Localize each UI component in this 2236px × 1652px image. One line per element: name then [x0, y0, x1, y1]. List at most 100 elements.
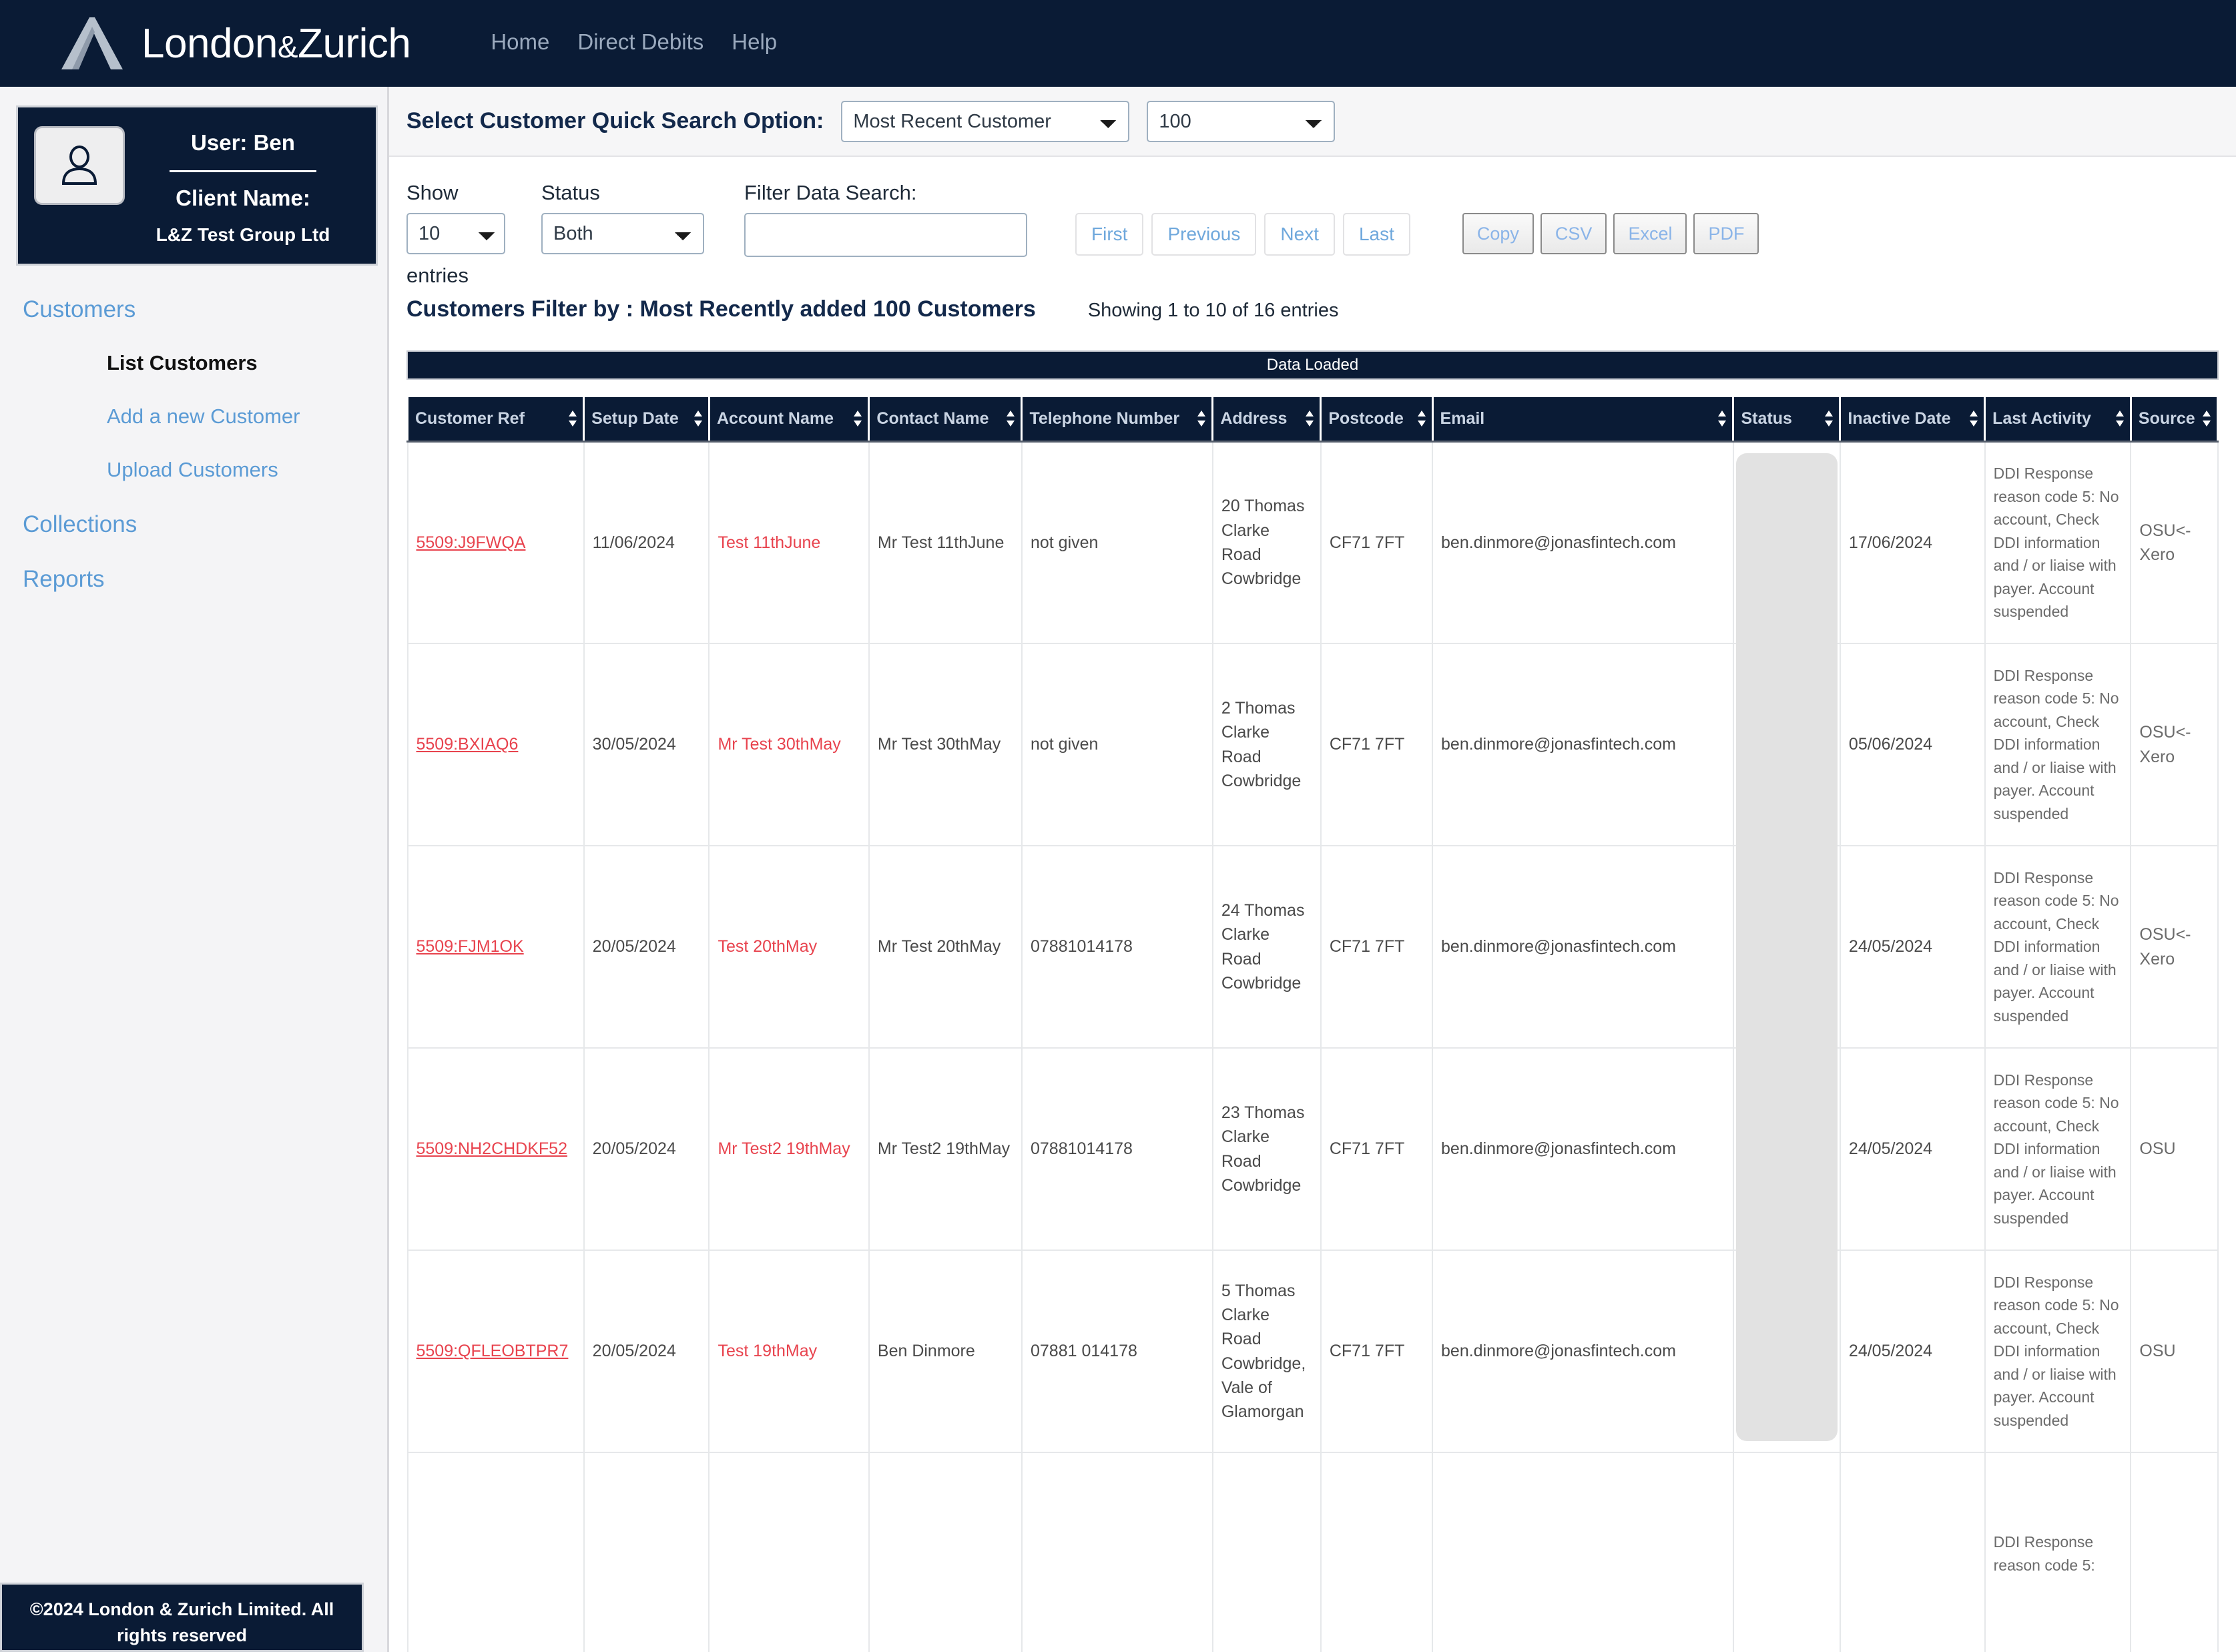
column-header-telephone-number[interactable]: Telephone Number — [1021, 397, 1214, 443]
table-row[interactable]: 5509:FJM1OK 20/05/2024 Test 20thMay Mr Test… — [406, 845, 2219, 1049]
cell-contact: Mr Test 30thMay — [868, 643, 1023, 846]
quick-search-option-select[interactable]: Most Recent Customer — [841, 100, 1130, 142]
column-header-postcode[interactable]: Postcode — [1320, 397, 1434, 443]
page-body: User: Ben Client Name: L&Z Test Group Lt… — [0, 87, 2236, 1652]
sidebar-item-add-customer[interactable]: Add a new Customer — [0, 404, 387, 429]
customer-ref-link[interactable]: 5509:BXIAQ6 — [416, 735, 519, 754]
nav-link-direct-debits[interactable]: Direct Debits — [577, 29, 704, 55]
brand-name-second: Zurich — [298, 20, 411, 67]
nav-link-home[interactable]: Home — [491, 29, 549, 55]
cell-email: ben.dinmore@jonasfintech.com — [1432, 643, 1734, 846]
export-csv-button[interactable]: CSV — [1540, 213, 1607, 254]
cell-source: OSU — [2130, 1250, 2219, 1453]
customers-table-head: Customer Ref Setup Date Account Name Con… — [406, 397, 2219, 443]
cell-contact: Ben Dinmore — [868, 1250, 1023, 1453]
nav-link-help[interactable]: Help — [732, 29, 777, 55]
cell-postcode: CF71 7FT — [1320, 643, 1434, 846]
cell-source — [2130, 1452, 2219, 1652]
table-row[interactable]: 5509:QFLEOBTPR7 20/05/2024 Test 19thMay Ben… — [406, 1250, 2219, 1453]
column-label-status: Status — [1741, 408, 1792, 428]
show-entries-select[interactable]: 10 — [406, 213, 505, 254]
sidebar-item-list-customers[interactable]: List Customers — [0, 351, 387, 375]
export-pdf-button[interactable]: PDF — [1693, 213, 1759, 254]
column-header-customer-ref[interactable]: Customer Ref — [406, 397, 585, 443]
customer-ref-link[interactable]: 5509:FJM1OK — [416, 937, 524, 956]
pagination-first-button[interactable]: First — [1075, 213, 1144, 256]
column-header-email[interactable]: Email — [1431, 397, 1735, 443]
export-excel-button[interactable]: Excel — [1613, 213, 1687, 254]
sort-arrows-icon — [2115, 410, 2124, 427]
cell-source: OSU<-Xero — [2130, 643, 2219, 846]
column-label-setup-date: Setup Date — [591, 408, 679, 428]
status-label: Status — [541, 181, 600, 204]
table-row[interactable]: 5509:NH2CHDKF52 20/05/2024 Mr Test2 19thMa… — [406, 1047, 2219, 1251]
sort-arrows-icon — [1718, 410, 1727, 427]
sidebar-nav: Customers List Customers Add a new Custo… — [0, 266, 387, 593]
cell-inactive: 24/05/2024 — [1839, 1250, 1986, 1453]
pagination-next-button[interactable]: Next — [1264, 213, 1335, 256]
export-copy-button[interactable]: Copy — [1462, 213, 1534, 254]
cell-setup: 20/05/2024 — [583, 1250, 710, 1453]
cell-email: ben.dinmore@jonasfintech.com — [1432, 1250, 1734, 1453]
column-header-address[interactable]: Address — [1211, 397, 1322, 443]
filter-search-input[interactable] — [744, 213, 1027, 257]
quick-search-label: Select Customer Quick Search Option: — [406, 108, 824, 133]
table-header-row: Customer Ref Setup Date Account Name Con… — [406, 397, 2219, 443]
table-row[interactable]: DDI Response reason code 5: — [406, 1452, 2219, 1652]
cell-contact: Mr Test 20thMay — [868, 845, 1023, 1049]
customer-ref-link[interactable]: 5509:NH2CHDKF52 — [416, 1139, 568, 1158]
brand-logo[interactable]: London&Zurich — [60, 16, 411, 71]
sidebar-item-reports[interactable]: Reports — [0, 566, 387, 593]
cell-account — [708, 1452, 870, 1652]
cell-postcode: CF71 7FT — [1320, 845, 1434, 1049]
customers-table: Customer Ref Setup Date Account Name Con… — [406, 397, 2219, 1652]
show-label: Show — [406, 181, 459, 204]
data-load-status-bar: Data Loaded — [406, 350, 2219, 380]
column-header-account-name[interactable]: Account Name — [708, 397, 870, 443]
cell-activity: DDI Response reason code 5: No account, … — [1984, 643, 2132, 846]
cell-activity: DDI Response reason code 5: No account, … — [1984, 1047, 2132, 1251]
sort-arrows-icon — [1197, 410, 1206, 427]
status-column-scroll-thumb[interactable] — [1735, 453, 1838, 1441]
pagination-last-button[interactable]: Last — [1342, 213, 1410, 256]
cell-customer-ref: 5509:J9FWQA — [406, 441, 585, 644]
sidebar-item-customers[interactable]: Customers — [0, 296, 387, 323]
cell-activity: DDI Response reason code 5: No account, … — [1984, 845, 2132, 1049]
sidebar-item-upload-customers[interactable]: Upload Customers — [0, 458, 387, 482]
pagination-previous-button[interactable]: Previous — [1151, 213, 1257, 256]
table-row[interactable]: 5509:J9FWQA 11/06/2024 Test 11thJune Mr Tes… — [406, 441, 2219, 644]
filter-summary: Customers Filter by : Most Recently adde… — [389, 287, 2236, 322]
brand-name: London&Zurich — [142, 20, 411, 67]
status-filter-control: Status Both — [541, 181, 704, 254]
status-filter-select[interactable]: Both — [541, 213, 704, 254]
customer-ref-link[interactable]: 5509:QFLEOBTPR7 — [416, 1342, 569, 1360]
quick-search-count-select[interactable]: 100 — [1147, 100, 1336, 142]
filter-summary-title: Customers Filter by : Most Recently adde… — [406, 296, 1036, 322]
user-details: User: Ben Client Name: L&Z Test Group Lt… — [125, 126, 361, 246]
sidebar-item-collections[interactable]: Collections — [0, 511, 387, 538]
cell-postcode: CF71 7FT — [1320, 1250, 1434, 1453]
cell-phone: not given — [1021, 441, 1213, 644]
quick-search-bar: Select Customer Quick Search Option: Mos… — [389, 87, 2236, 157]
brand-name-amp: & — [277, 29, 298, 64]
cell-source: OSU<-Xero — [2130, 845, 2219, 1049]
cell-source: OSU<-Xero — [2130, 441, 2219, 644]
cell-address — [1211, 1452, 1322, 1652]
top-navigation-bar: London&Zurich Home Direct Debits Help — [0, 0, 2236, 87]
column-header-contact-name[interactable]: Contact Name — [868, 397, 1023, 443]
column-header-inactive-date[interactable]: Inactive Date — [1839, 397, 1986, 443]
cell-status — [1732, 1452, 1841, 1652]
brand-name-main: London — [142, 20, 278, 67]
column-label-inactive-date: Inactive Date — [1848, 408, 1951, 428]
column-header-last-activity[interactable]: Last Activity — [1984, 397, 2132, 443]
column-header-setup-date[interactable]: Setup Date — [583, 397, 710, 443]
column-header-status[interactable]: Status — [1732, 397, 1842, 443]
user-name-label: User: Ben — [191, 130, 295, 155]
cell-phone: 07881 014178 — [1021, 1250, 1213, 1453]
customer-ref-link[interactable]: 5509:J9FWQA — [416, 533, 526, 552]
cell-account: Test 19thMay — [708, 1250, 870, 1453]
column-header-source[interactable]: Source — [2129, 397, 2219, 443]
table-row[interactable]: 5509:BXIAQ6 30/05/2024 Mr Test 30thMay Mr T… — [406, 643, 2219, 846]
main-content: Select Customer Quick Search Option: Mos… — [389, 87, 2236, 1652]
sort-arrows-icon — [1306, 410, 1314, 427]
